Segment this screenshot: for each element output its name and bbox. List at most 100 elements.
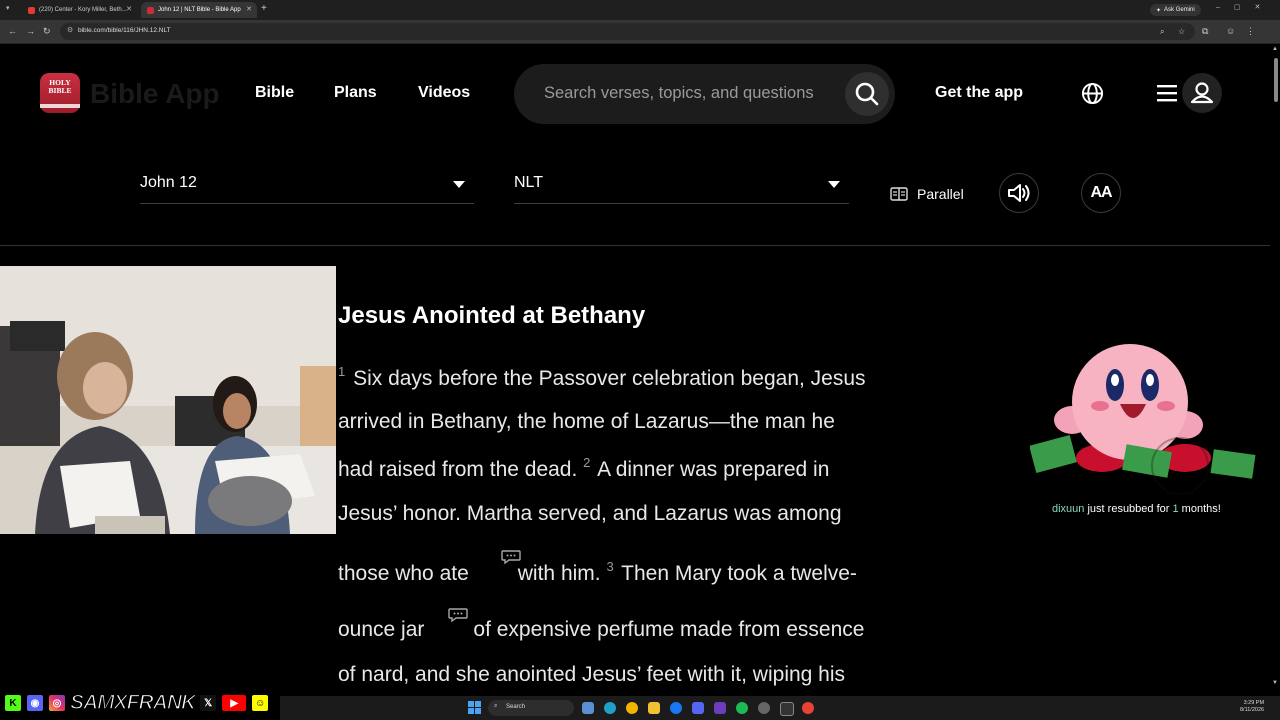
alert-months: 1: [1172, 503, 1179, 515]
windows-start-icon[interactable]: [468, 701, 481, 714]
verse-number[interactable]: 1: [338, 364, 345, 379]
resub-alert-text: dixuun just resubbed for 1 months!: [1052, 503, 1221, 515]
book-chapter-selector[interactable]: John 12: [140, 163, 474, 204]
extensions-icon[interactable]: ⧉: [1202, 26, 1208, 37]
edge-icon[interactable]: [604, 702, 616, 714]
gemini-icon: ✦: [1156, 7, 1162, 14]
explorer-icon[interactable]: [582, 702, 594, 714]
back-icon[interactable]: ←: [8, 26, 17, 36]
profile-icon[interactable]: ☺: [1226, 26, 1235, 36]
version-label: NLT: [514, 174, 544, 191]
chrome-icon[interactable]: [626, 702, 638, 714]
parallel-button[interactable]: Parallel: [890, 186, 964, 202]
brand-name[interactable]: Bible App: [90, 78, 220, 110]
browser-tab-youtube[interactable]: (220) Center - Kory Miller, Beth... ✕: [22, 2, 137, 18]
twitch-icon[interactable]: [714, 702, 726, 714]
logo-text: HOLY BIBLE: [48, 78, 72, 95]
nav-bible[interactable]: Bible: [255, 84, 294, 102]
youtube-icon: ▶: [220, 693, 249, 713]
bookmark-star-icon[interactable]: ☆: [1178, 27, 1185, 36]
verse-number[interactable]: 3: [606, 559, 613, 574]
taskbar-search[interactable]: ⌕ Search: [488, 700, 574, 716]
font-size-icon: AA: [1090, 184, 1112, 201]
tab-title: (220) Center - Kory Miller, Beth...: [39, 7, 127, 13]
menu-icon[interactable]: ⋮: [1246, 26, 1255, 37]
globe-icon[interactable]: [1081, 82, 1104, 105]
url-field[interactable]: ⚙ bible.com/bible/116/JHN.12.NLT ⌕ ☆: [60, 23, 1195, 40]
new-tab-button[interactable]: +: [261, 3, 267, 14]
x-icon: 𝕏: [198, 693, 219, 713]
footnote-icon[interactable]: [447, 607, 469, 623]
youtube-favicon-icon: [28, 6, 35, 14]
forward-icon[interactable]: →: [26, 26, 35, 36]
section-heading: Jesus Anointed at Bethany: [338, 302, 646, 329]
tab-title: John 12 | NLT Bible - Bible App: [158, 7, 241, 13]
account-button[interactable]: [1182, 73, 1222, 113]
discord-icon[interactable]: [692, 702, 704, 714]
site-info-icon[interactable]: ⚙: [67, 26, 73, 34]
scrollbar-thumb[interactable]: [1274, 58, 1278, 102]
verse-line: arrived in Bethany, the home of Lazarus—…: [338, 410, 835, 434]
facebook-icon[interactable]: [670, 702, 682, 714]
header-divider: [0, 245, 1270, 246]
bible-favicon-icon: [147, 6, 154, 14]
channel-name: SAMXFRANK: [69, 690, 197, 715]
chrome-profile-icon[interactable]: [802, 702, 814, 714]
verse-line: ounce jar of expensive perfume made from …: [338, 618, 864, 642]
settings-icon[interactable]: [758, 702, 770, 714]
nav-plans[interactable]: Plans: [334, 84, 377, 102]
audio-button[interactable]: [999, 173, 1039, 213]
obs-icon[interactable]: [780, 702, 794, 716]
kick-icon: K: [3, 693, 23, 713]
browser-tab-bible[interactable]: John 12 | NLT Bible - Bible App ✕: [141, 2, 257, 18]
bible-app-logo[interactable]: HOLY BIBLE: [40, 73, 80, 113]
verse-text: Jesus’ honor. Martha served, and Lazarus…: [338, 502, 842, 525]
taskbar-clock[interactable]: 3:29 PM 8/11/2026: [1240, 700, 1264, 714]
chevron-down-icon: [453, 181, 465, 188]
address-bar-row: ← → ↻ ⚙ bible.com/bible/116/JHN.12.NLT ⌕…: [0, 20, 1280, 44]
verse-line: 1 Six days before the Passover celebrati…: [338, 364, 866, 391]
window-controls[interactable]: –▢✕: [1216, 3, 1274, 11]
tab-search-icon[interactable]: ▾: [6, 4, 10, 12]
version-selector[interactable]: NLT: [514, 163, 849, 204]
browser-tab-bar: ▾ (220) Center - Kory Miller, Beth... ✕ …: [0, 0, 1280, 20]
tab-close-icon[interactable]: ✕: [246, 5, 252, 13]
user-icon: [1190, 82, 1214, 104]
page-scrollbar[interactable]: [1271, 44, 1280, 694]
book-chapter-label: John 12: [140, 174, 197, 191]
search-input[interactable]: Search verses, topics, and questions: [544, 84, 814, 103]
verse-text: had raised from the dead.: [338, 458, 584, 481]
verse-text: Six days before the Passover celebration…: [347, 367, 866, 390]
zoom-icon[interactable]: ⌕: [1160, 27, 1164, 37]
stream-social-bar: K ◉ ◎ SAMXFRANK 𝕏 ▶ ☺: [3, 690, 271, 716]
verse-line: Jesus’ honor. Martha served, and Lazarus…: [338, 502, 842, 526]
logo-ribbon: [40, 104, 80, 108]
scroll-up-arrow-icon[interactable]: ▲: [1272, 46, 1278, 52]
chevron-down-icon: [828, 181, 840, 188]
url-text[interactable]: bible.com/bible/116/JHN.12.NLT: [78, 27, 171, 34]
font-size-button[interactable]: AA: [1081, 173, 1121, 213]
clock-time: 3:29 PM: [1243, 700, 1265, 706]
verse-line: of nard, and she anointed Jesus’ feet wi…: [338, 663, 845, 687]
footnote-icon[interactable]: [500, 549, 522, 565]
tab-close-icon[interactable]: ✕: [126, 5, 132, 13]
ask-gemini-button[interactable]: ✦ Ask Gemini: [1150, 4, 1201, 16]
verse-text: of expensive perfume made from essence: [473, 618, 865, 641]
alert-message: just resubbed for: [1087, 503, 1170, 515]
spotify-icon[interactable]: [736, 702, 748, 714]
folder-icon[interactable]: [648, 702, 660, 714]
search-button[interactable]: [845, 72, 889, 116]
hamburger-menu-icon[interactable]: [1157, 84, 1177, 102]
verse-number[interactable]: 2: [583, 455, 590, 470]
search-bar[interactable]: Search verses, topics, and questions: [514, 64, 895, 124]
reload-icon[interactable]: ↻: [43, 26, 51, 37]
verse-text: of nard, and she anointed Jesus’ feet wi…: [338, 663, 846, 686]
webcam-image: [0, 266, 336, 534]
kirby-money-alert-icon: [1030, 344, 1256, 495]
search-icon: [855, 82, 879, 106]
nav-videos[interactable]: Videos: [418, 84, 470, 102]
verse-text: with him.: [517, 562, 607, 585]
get-the-app-link[interactable]: Get the app: [935, 84, 1023, 102]
scroll-down-arrow-icon[interactable]: ▼: [1272, 680, 1278, 686]
verse-text: arrived in Bethany, the home of Lazarus—…: [338, 410, 835, 433]
